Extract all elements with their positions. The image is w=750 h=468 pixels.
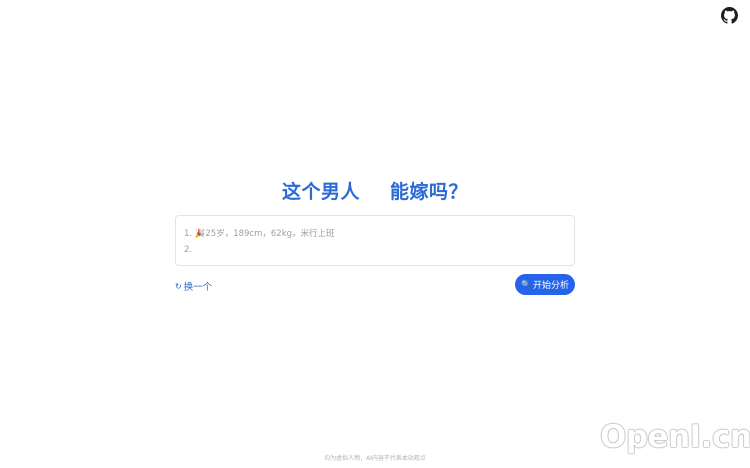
analyze-label: 开始分析 bbox=[532, 280, 569, 290]
refresh-icon: ↻ bbox=[175, 281, 182, 291]
title-part-1: 这个男人 bbox=[281, 181, 360, 203]
analyze-button[interactable]: 🔍 开始分析 bbox=[515, 274, 575, 295]
input-line-2: 2. bbox=[184, 245, 193, 255]
title-part-2: 能嫁吗？ bbox=[390, 181, 469, 203]
input-line-1: 1. 🎉25岁，189cm，62kg，米行上班 bbox=[184, 229, 335, 239]
swap-label: 换一个 bbox=[183, 282, 213, 293]
github-link[interactable] bbox=[721, 7, 738, 24]
search-icon: 🔍 bbox=[521, 280, 531, 289]
github-icon bbox=[721, 7, 738, 24]
watermark: OpenI.cn bbox=[600, 419, 750, 455]
profile-input[interactable]: 1. 🎉25岁，189cm，62kg，米行上班 2. bbox=[175, 215, 575, 266]
page-title: 这个男人 能嫁吗？ bbox=[0, 177, 750, 204]
swap-button[interactable]: ↻ 换一个 bbox=[175, 279, 213, 294]
